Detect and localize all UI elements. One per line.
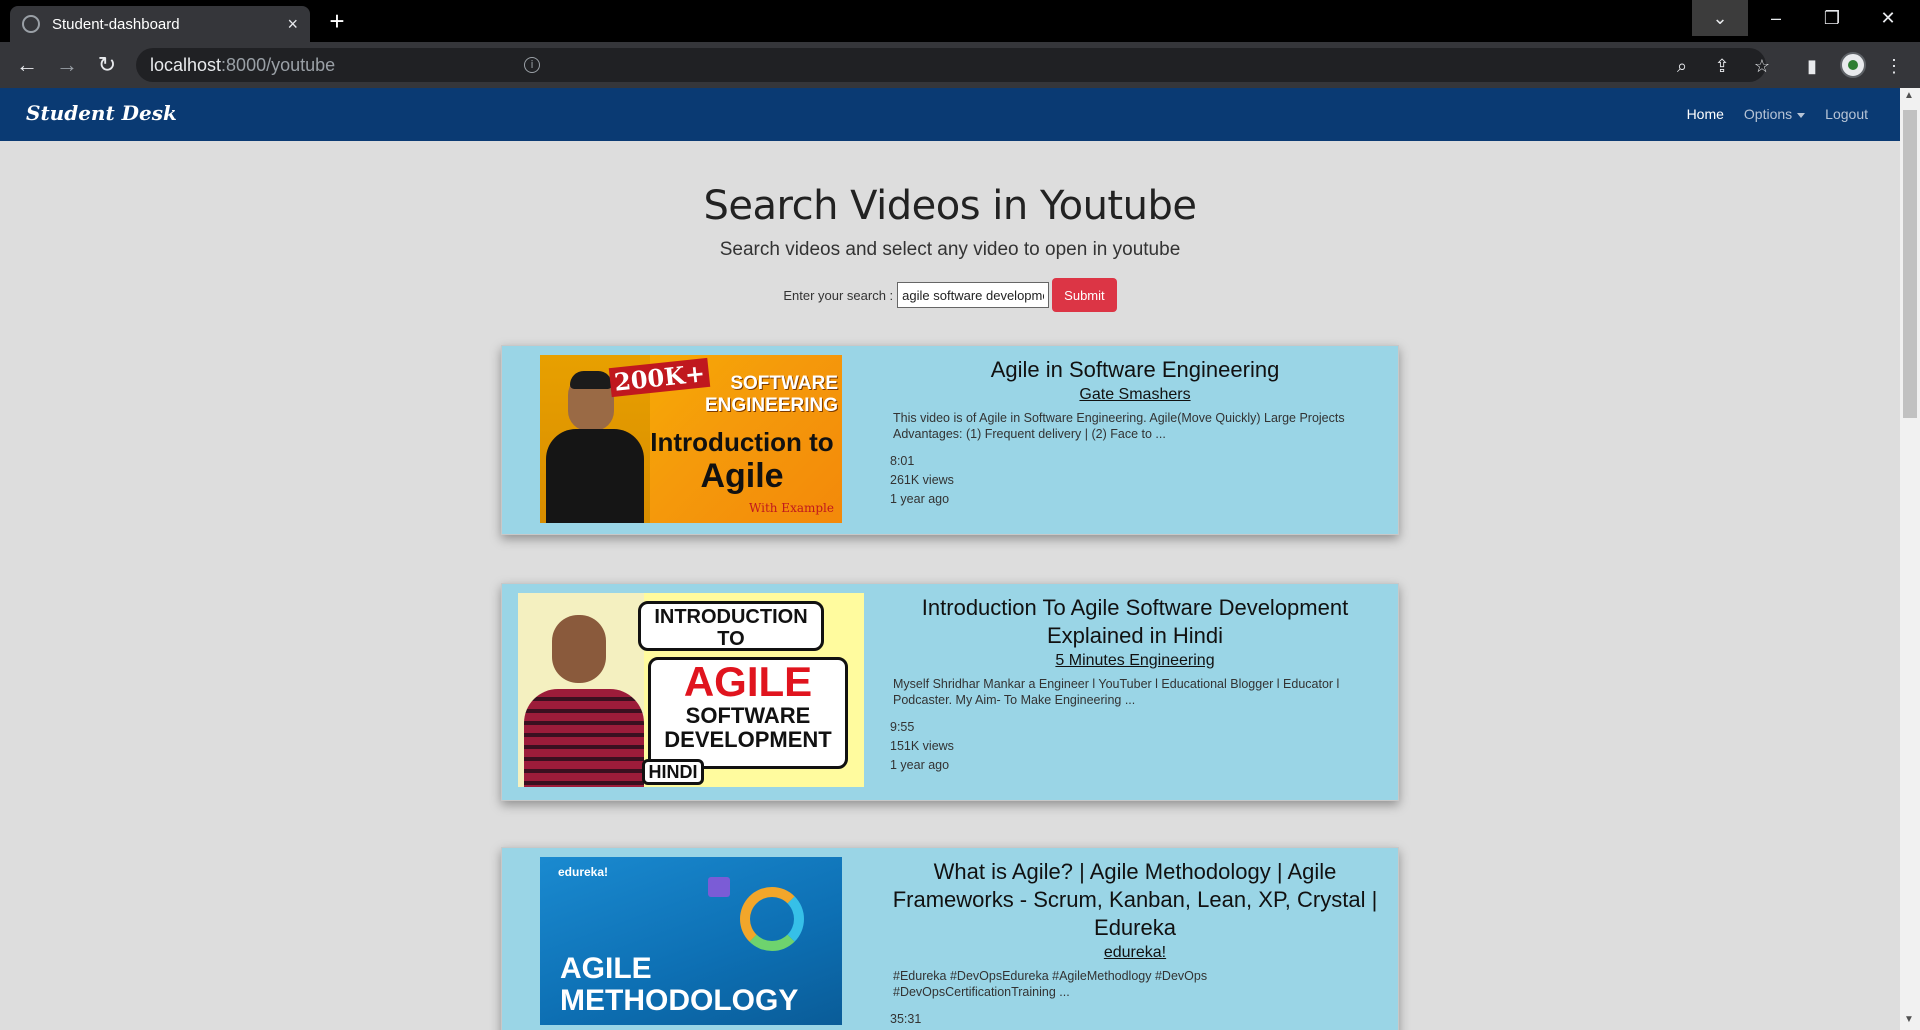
nav-home[interactable]: Home: [1687, 106, 1724, 122]
video-info: Introduction To Agile Software Developme…: [890, 594, 1380, 775]
nav-options-label: Options: [1743, 106, 1793, 122]
video-duration: 9:55: [890, 720, 915, 734]
site-info-icon[interactable]: i: [524, 57, 540, 73]
video-meta: 8:01 261K views 1 year ago: [890, 452, 1380, 509]
restore-button[interactable]: ❐: [1804, 0, 1860, 36]
search-input[interactable]: [897, 282, 1050, 308]
nav-options[interactable]: Options: [1743, 106, 1806, 122]
page-scrollbar[interactable]: ▲ ▼: [1900, 88, 1920, 1030]
video-duration: 8:01: [890, 454, 915, 468]
close-window-button[interactable]: ✕: [1860, 0, 1916, 36]
address-bar[interactable]: i localhost:8000/youtube: [136, 48, 1766, 82]
video-title[interactable]: Agile in Software Engineering: [890, 356, 1380, 384]
bookmark-star-icon[interactable]: ☆: [1748, 52, 1776, 80]
thumb-main-box: AGILE SOFTWARE DEVELOPMENT: [648, 657, 848, 769]
globe-icon: [22, 15, 40, 33]
video-meta: 9:55 151K views 1 year ago: [890, 718, 1380, 775]
back-button[interactable]: ←: [12, 50, 42, 80]
video-card[interactable]: 200K+ SOFTWARE ENGINEERING Introduction t…: [501, 345, 1399, 535]
video-description: This video is of Agile in Software Engin…: [893, 411, 1345, 441]
video-published: 1 year ago: [890, 492, 950, 506]
thumb-main-text: AGILE METHODOLOGY: [560, 952, 799, 1017]
site-navbar: Student Desk Home Options Logout: [0, 88, 1900, 141]
tab-title: Student-dashboard: [52, 15, 180, 33]
video-thumbnail[interactable]: edureka! AGILE METHODOLOGY: [540, 857, 842, 1025]
video-channel[interactable]: 5 Minutes Engineering: [890, 652, 1380, 670]
forward-button[interactable]: →: [52, 50, 82, 80]
menu-kebab-icon[interactable]: ⋮: [1880, 52, 1908, 80]
page-title: Search Videos in Youtube: [703, 183, 1197, 229]
video-info: Agile in Software Engineering Gate Smash…: [890, 356, 1380, 509]
thumb-mid1: SOFTWARE: [685, 703, 811, 728]
presenter-image: [518, 593, 644, 787]
close-tab-icon[interactable]: ×: [287, 14, 298, 35]
url-host: localhost: [150, 54, 222, 75]
tab-search-icon[interactable]: ⌄: [1692, 0, 1748, 36]
video-channel[interactable]: Gate Smashers: [890, 386, 1380, 404]
board-graphic: [708, 877, 730, 897]
new-tab-button[interactable]: +: [322, 6, 352, 36]
browser-tab[interactable]: Student-dashboard ×: [10, 6, 310, 42]
url-path: :8000/youtube: [221, 54, 336, 75]
reload-button[interactable]: ↻: [92, 50, 122, 80]
submit-button[interactable]: Submit: [1052, 278, 1117, 312]
video-card[interactable]: edureka! AGILE METHODOLOGY What is Agile?…: [501, 847, 1399, 1030]
browser-toolbar: ← → ↻ i localhost:8000/youtube ⌕ ⇪ ☆ ▮ ⋮: [0, 42, 1920, 88]
thumb-line1: SOFTWARE ENGINEERING: [704, 373, 838, 416]
video-duration: 35:31: [890, 1012, 922, 1026]
zoom-icon[interactable]: ⌕: [1668, 52, 1696, 80]
minimize-button[interactable]: –: [1748, 0, 1804, 36]
thumb-brand: edureka!: [558, 865, 609, 879]
page-viewport: Student Desk Home Options Logout Search …: [0, 88, 1900, 1030]
video-views: 261K views: [890, 473, 954, 487]
nav-logout[interactable]: Logout: [1825, 106, 1868, 122]
video-thumbnail[interactable]: 200K+ SOFTWARE ENGINEERING Introduction t…: [540, 355, 842, 523]
video-description: Myself Shridhar Mankar a Engineer l YouT…: [893, 677, 1340, 707]
video-title[interactable]: Introduction To Agile Software Developme…: [890, 594, 1380, 650]
thumb-main-text: Introduction to Agile: [650, 427, 834, 495]
search-form: Enter your search : Submit: [0, 278, 1900, 312]
scrollbar-thumb[interactable]: [1903, 110, 1917, 418]
thumb-footer: With Example: [748, 501, 834, 515]
thumb-big-text: AGILE: [683, 658, 813, 705]
video-published: 1 year ago: [890, 758, 950, 772]
video-title[interactable]: What is Agile? | Agile Methodology | Agi…: [890, 858, 1380, 942]
thumb-mid2: DEVELOPMENT: [664, 727, 832, 752]
video-info: What is Agile? | Agile Methodology | Agi…: [890, 858, 1380, 1029]
nav-links: Home Options Logout: [1687, 106, 1868, 122]
video-description: #Edureka #DevOpsEdureka #AgileMethodlogy…: [893, 969, 1208, 999]
video-meta: 35:31: [890, 1010, 1380, 1029]
video-views: 151K views: [890, 739, 954, 753]
video-thumbnail[interactable]: INTRODUCTION TO AGILE SOFTWARE DEVELOPME…: [518, 593, 864, 787]
brand-logo[interactable]: Student Desk: [26, 101, 177, 125]
video-channel[interactable]: edureka!: [890, 944, 1380, 962]
profile-avatar[interactable]: [1840, 52, 1866, 78]
side-panel-icon[interactable]: ▮: [1798, 52, 1826, 80]
thumb-lang: HINDI: [642, 759, 704, 785]
browser-tab-bar: Student-dashboard × + ⌄ – ❐ ✕: [0, 0, 1920, 42]
video-card[interactable]: INTRODUCTION TO AGILE SOFTWARE DEVELOPME…: [501, 583, 1399, 801]
search-label: Enter your search :: [783, 287, 894, 303]
agile-cycle-graphic: [740, 887, 804, 951]
page-subtitle: Search videos and select any video to op…: [719, 239, 1181, 260]
thumb-top-text: INTRODUCTION TO: [638, 601, 824, 651]
share-icon[interactable]: ⇪: [1708, 52, 1736, 80]
scroll-down-icon[interactable]: ▼: [1904, 1014, 1914, 1025]
scroll-up-icon[interactable]: ▲: [1904, 90, 1914, 101]
caret-down-icon: [1797, 112, 1806, 118]
